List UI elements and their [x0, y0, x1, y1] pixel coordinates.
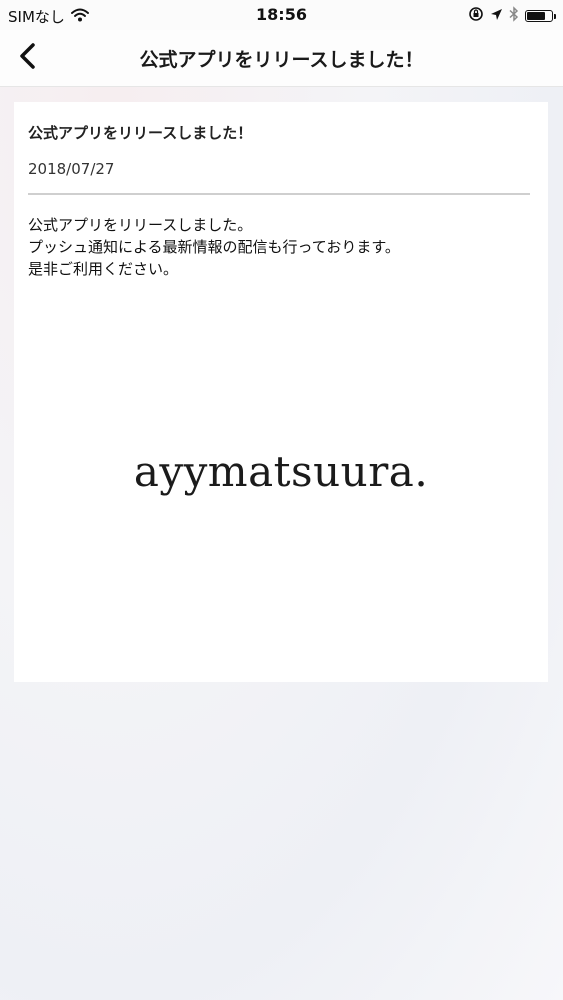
- divider: [28, 193, 530, 195]
- back-button[interactable]: [10, 40, 46, 76]
- body-line: 是非ご利用ください。: [28, 260, 179, 278]
- navigation-bar: 公式アプリをリリースしました！: [0, 30, 563, 87]
- status-bar: SIMなし 18:56: [0, 0, 563, 30]
- brand-logo: ayymatsuura.: [133, 447, 429, 496]
- article-card: 公式アプリをリリースしました！ 2018/07/27 公式アプリをリリースしまし…: [14, 102, 548, 682]
- chevron-left-icon: [18, 42, 38, 74]
- article-body: 公式アプリをリリースしました。 プッシュ通知による最新情報の配信も行っております…: [28, 214, 528, 280]
- article-title: 公式アプリをリリースしました！: [28, 124, 253, 142]
- body-line: 公式アプリをリリースしました。: [28, 216, 253, 234]
- orientation-lock-icon: [468, 6, 484, 26]
- bluetooth-icon: [509, 6, 519, 26]
- body-line: プッシュ通知による最新情報の配信も行っております。: [28, 238, 400, 256]
- battery-icon: [525, 10, 556, 22]
- article-date: 2018/07/27: [28, 160, 115, 178]
- nav-title: 公式アプリをリリースしました！: [139, 49, 424, 71]
- status-right: [468, 6, 556, 26]
- location-icon: [490, 7, 503, 25]
